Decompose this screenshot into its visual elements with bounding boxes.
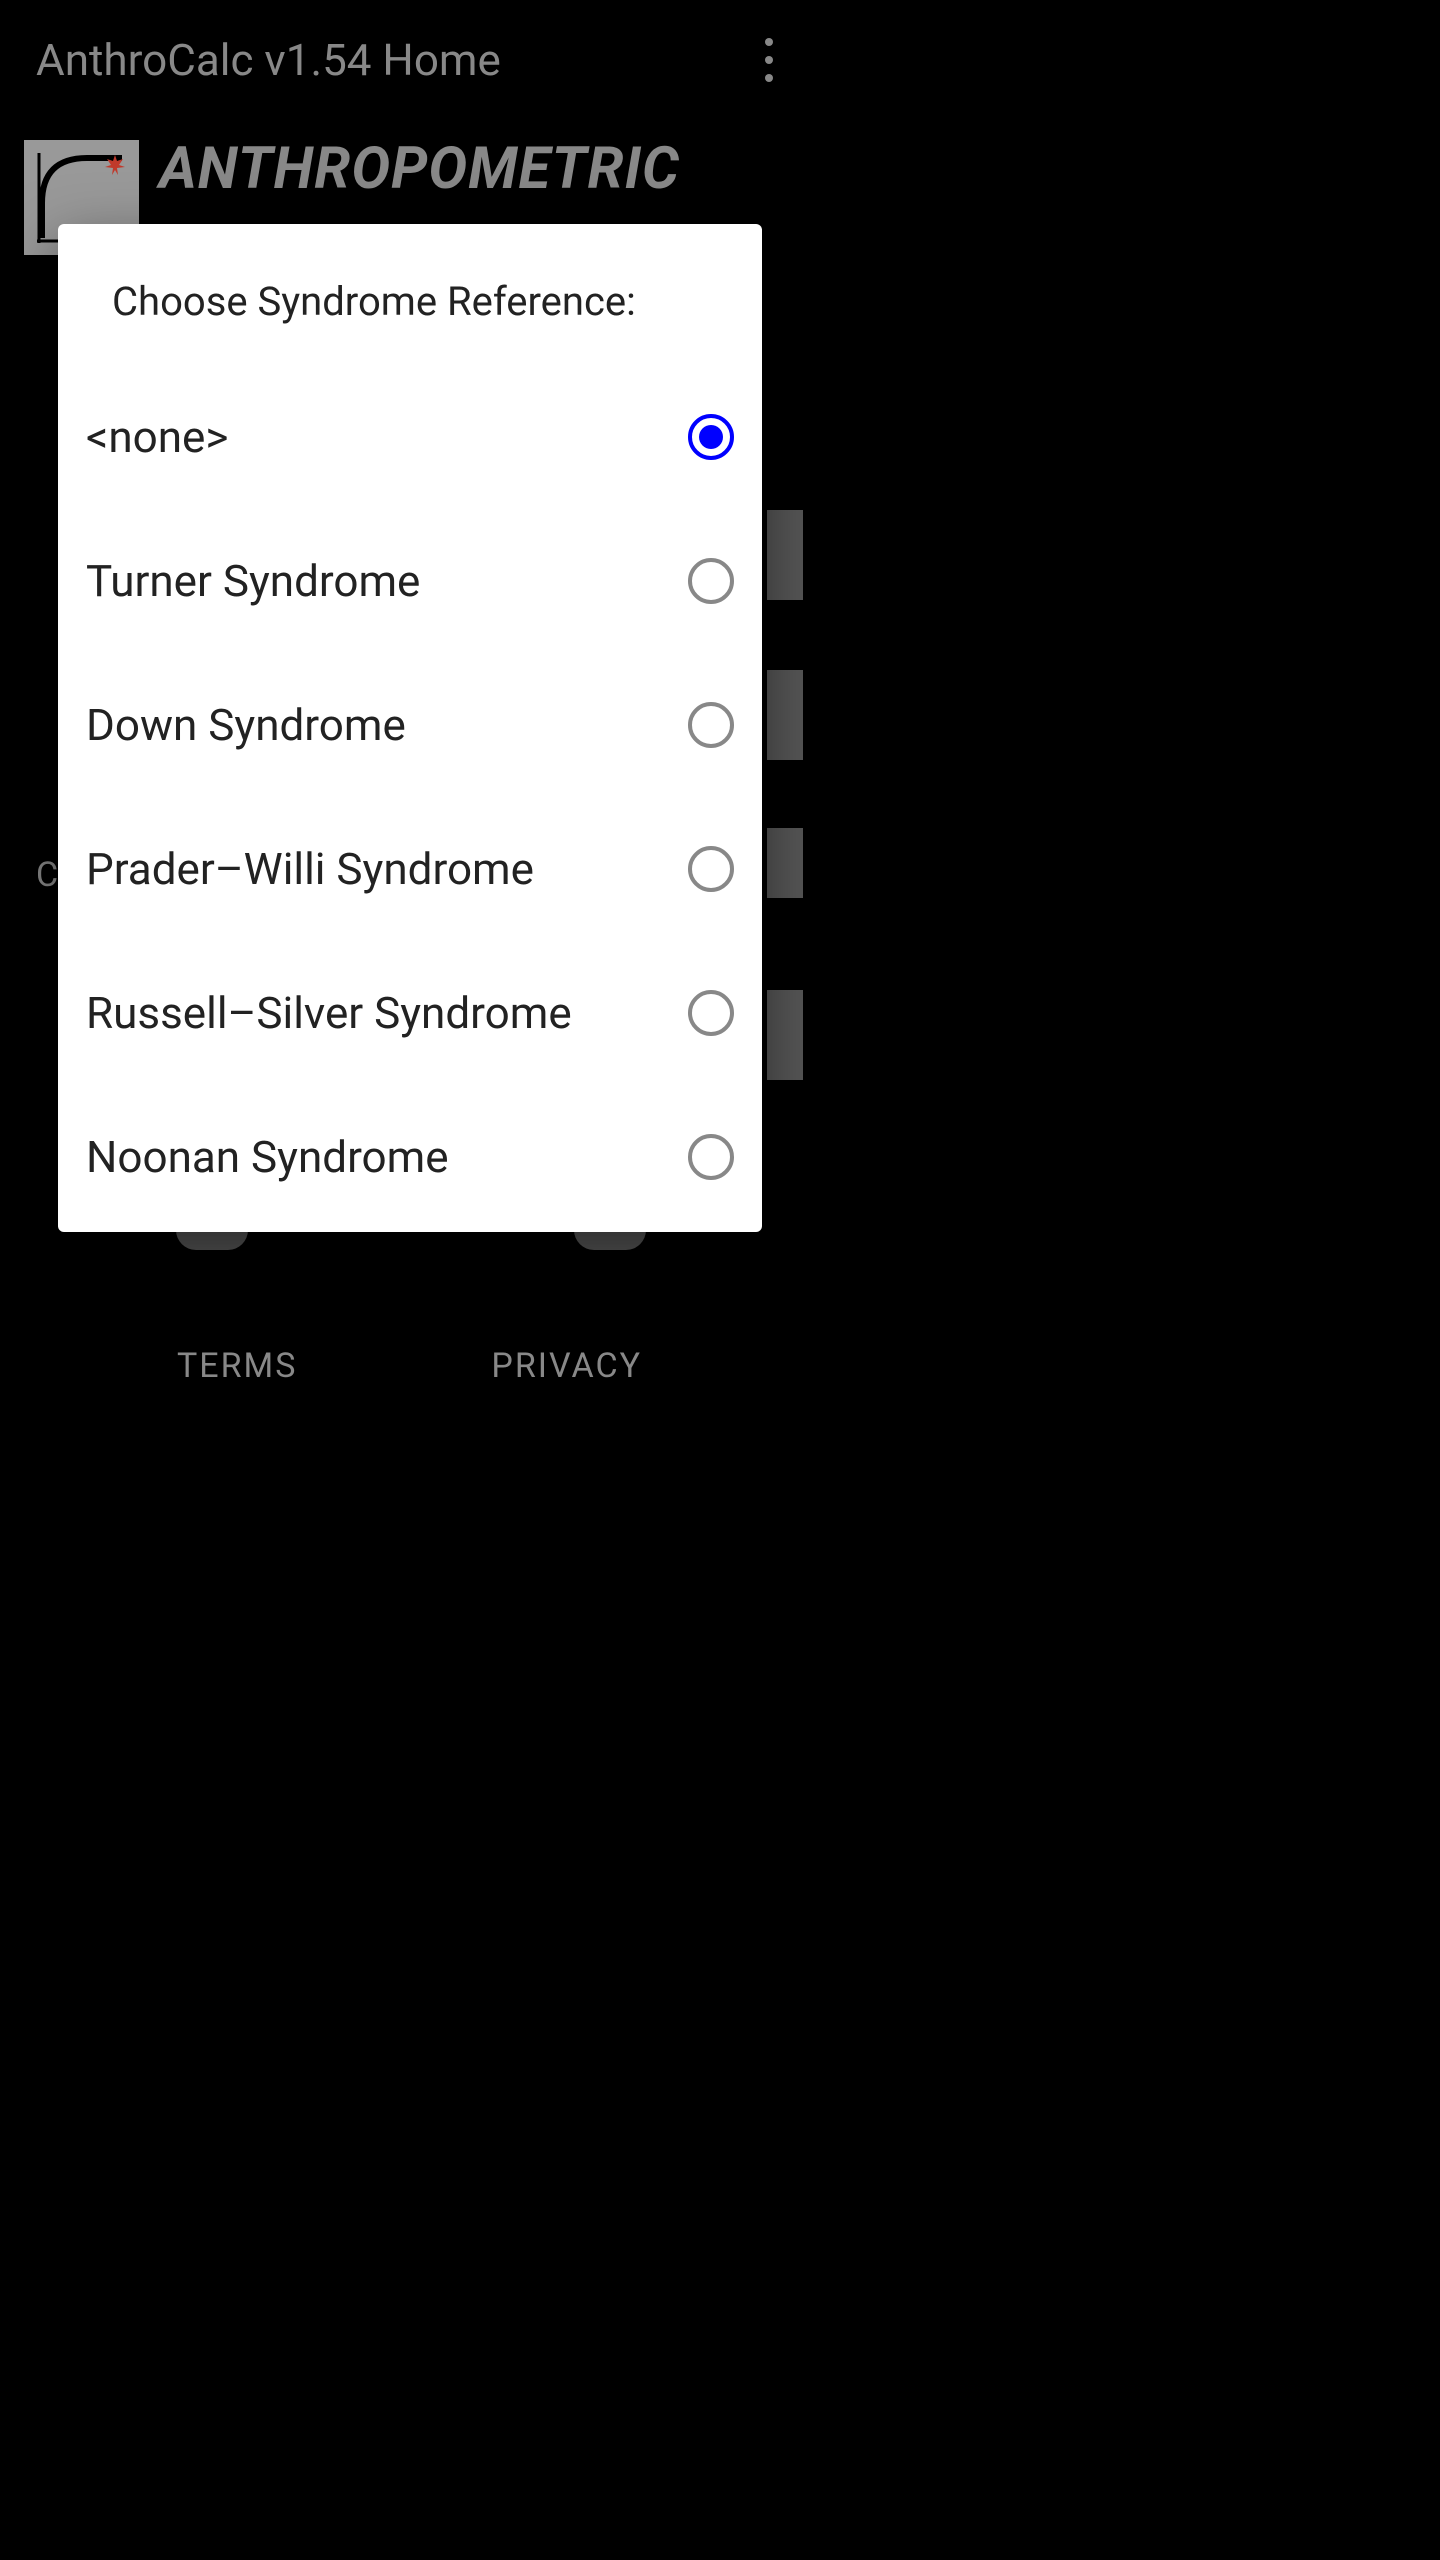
option-russell-silver[interactable]: Russell–Silver Syndrome [58,941,762,1085]
option-list: <none> Turner Syndrome Down Syndrome Pra… [58,365,762,1229]
radio-icon [688,990,734,1036]
app-header: AnthroCalc v1.54 Home [0,0,819,120]
radio-icon [688,414,734,460]
bg-radio-peek-1 [176,1230,248,1250]
radio-icon [688,846,734,892]
option-label: Russell–Silver Syndrome [86,987,572,1039]
option-label: Down Syndrome [86,699,406,751]
app-name-label: ANTHROPOMETRIC [159,135,680,203]
privacy-link[interactable]: PRIVACY [491,1346,642,1386]
option-turner[interactable]: Turner Syndrome [58,509,762,653]
footer: TERMS PRIVACY [0,1346,819,1386]
radio-icon [688,702,734,748]
radio-icon [688,558,734,604]
option-label: <none> [86,411,228,463]
bg-field-3 [767,828,803,898]
radio-icon [688,1134,734,1180]
bg-field-4 [767,990,803,1080]
header-title: AnthroCalc v1.54 Home [36,34,501,86]
bg-field-2 [767,670,803,760]
maple-leaf-icon [103,153,127,177]
option-noonan[interactable]: Noonan Syndrome [58,1085,762,1229]
option-label: Noonan Syndrome [86,1131,449,1183]
option-prader-willi[interactable]: Prader–Willi Syndrome [58,797,762,941]
option-label: Prader–Willi Syndrome [86,843,534,895]
option-none[interactable]: <none> [58,365,762,509]
more-menu-icon[interactable] [755,28,783,92]
bg-field-1 [767,510,803,600]
syndrome-reference-dialog: Choose Syndrome Reference: <none> Turner… [58,224,762,1232]
bg-radio-peek-2 [574,1230,646,1250]
option-label: Turner Syndrome [86,555,420,607]
terms-link[interactable]: TERMS [177,1346,297,1386]
dialog-title: Choose Syndrome Reference: [58,224,762,365]
option-down[interactable]: Down Syndrome [58,653,762,797]
